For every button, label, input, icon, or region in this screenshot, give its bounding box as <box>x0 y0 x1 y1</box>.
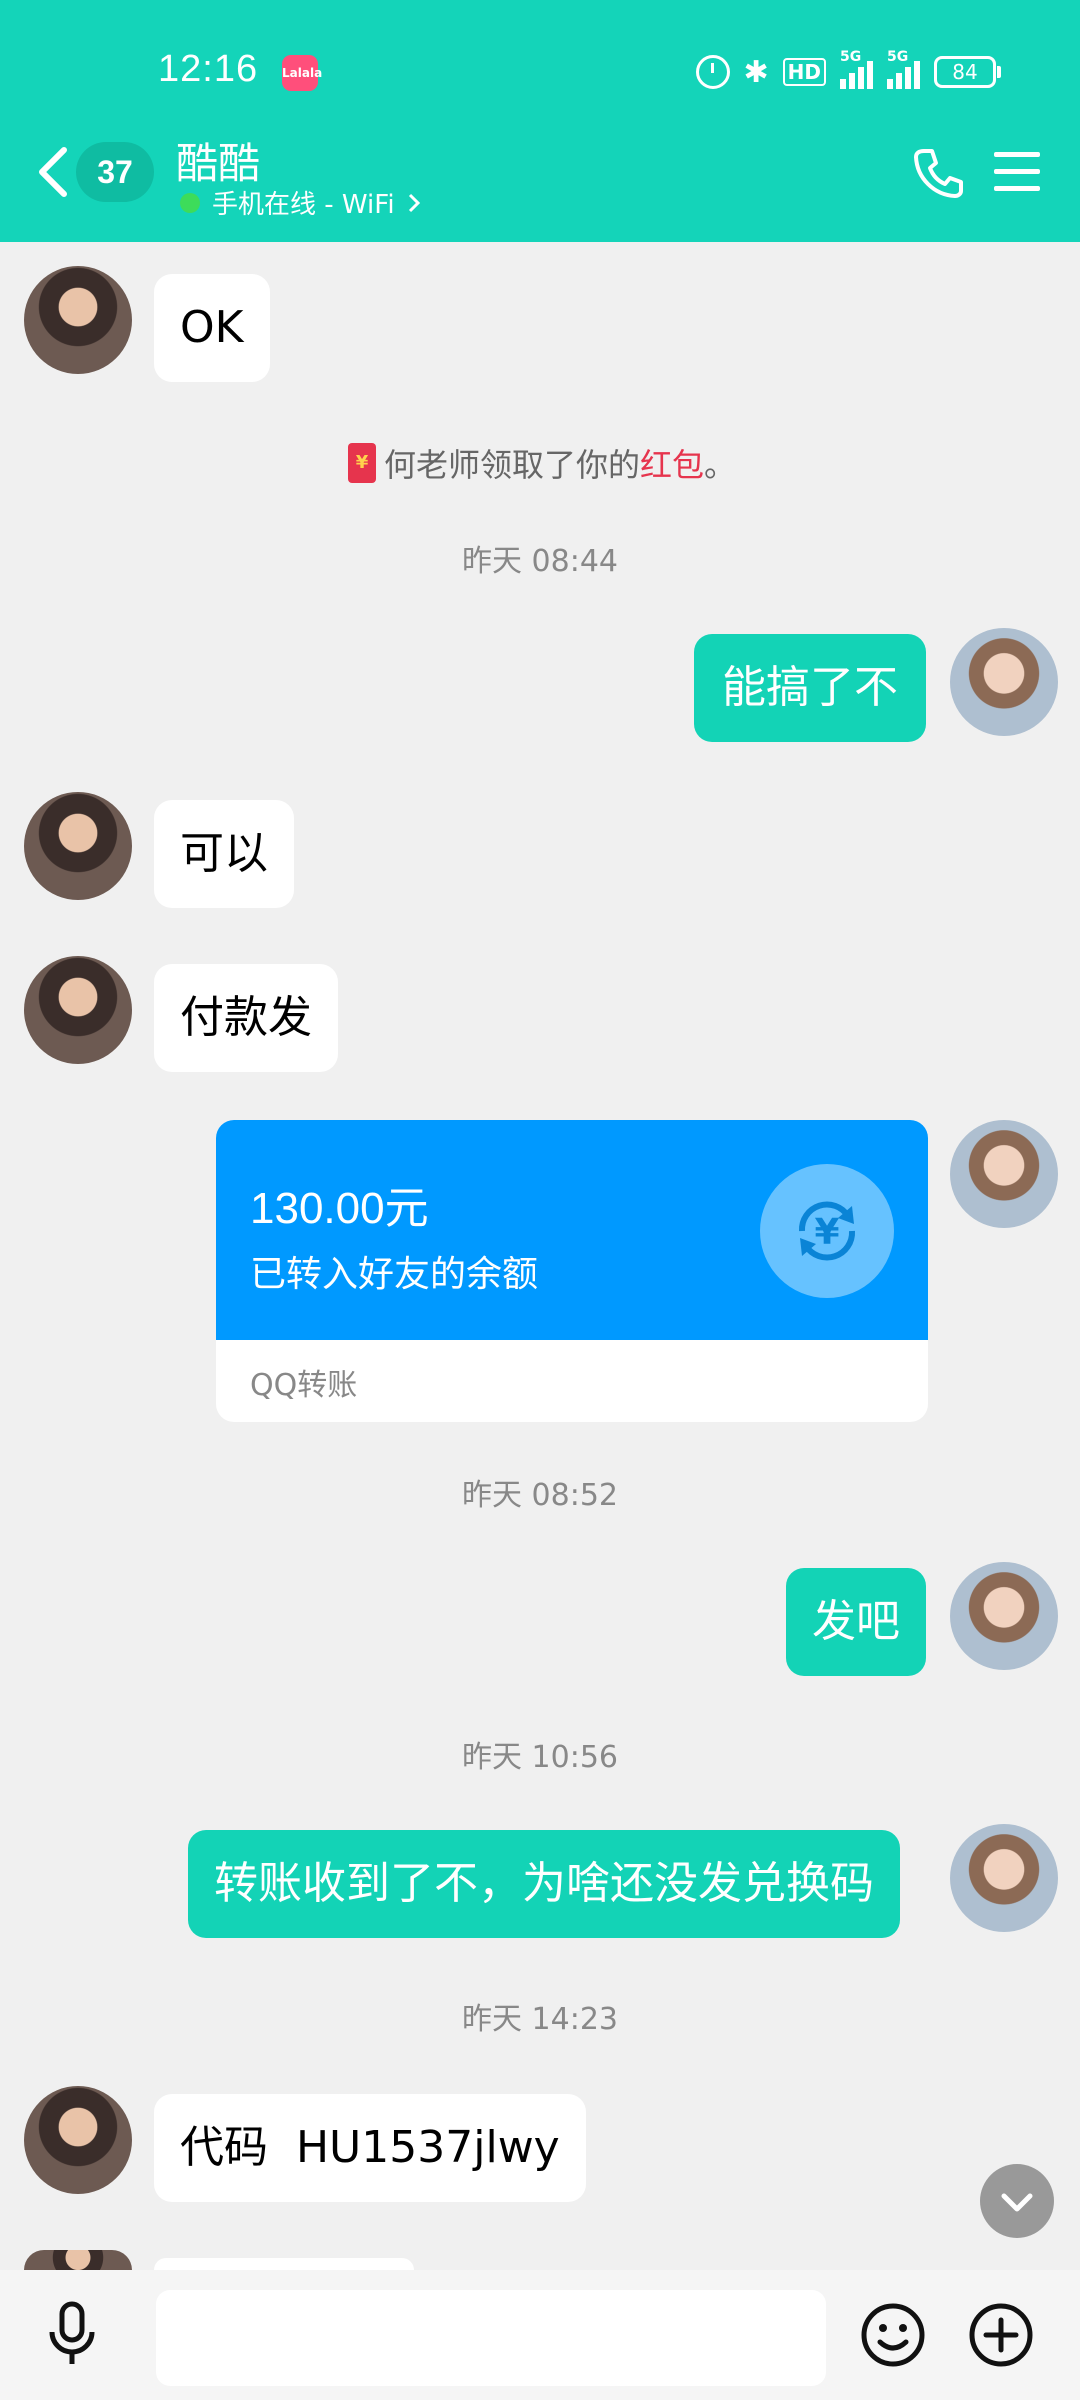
message-bubble[interactable]: 转账收到了不，为啥还没发兑换码 <box>188 1830 900 1938</box>
transfer-yuan-icon: ¥ <box>760 1164 894 1298</box>
contact-avatar[interactable] <box>24 792 132 900</box>
my-avatar[interactable] <box>950 628 1058 736</box>
back-arrow-icon[interactable] <box>30 142 80 202</box>
red-packet-icon: ¥ <box>348 443 376 483</box>
chat-title[interactable]: 酷酷 <box>176 130 260 191</box>
online-status-text: 手机在线 - WiFi <box>212 190 395 220</box>
timestamp: 昨天 08:52 <box>462 1478 618 1513</box>
message-bubble[interactable]: 可以 <box>154 800 294 908</box>
timestamp: 昨天 14:23 <box>462 2002 618 2037</box>
contact-avatar <box>24 2250 132 2270</box>
contact-avatar[interactable] <box>24 2086 132 2194</box>
chat-header: 12:16 Lalala ✱ HD 5G 5G 84 37 酷酷 手机在线 - … <box>0 0 1080 242</box>
menu-icon[interactable] <box>994 152 1040 192</box>
my-avatar[interactable] <box>950 1824 1058 1932</box>
contact-avatar[interactable] <box>24 266 132 374</box>
system-notice-end: 。 <box>704 446 737 484</box>
chevron-down-icon <box>1001 2193 1033 2212</box>
timestamp: 昨天 10:56 <box>462 1740 618 1775</box>
message-bubble[interactable]: 能搞了不 <box>694 634 926 742</box>
my-avatar[interactable] <box>950 1562 1058 1670</box>
emoji-icon[interactable] <box>858 2300 928 2370</box>
system-notice-text: 何老师领取了你的 <box>384 446 641 484</box>
message-bubble-partial <box>154 2258 414 2270</box>
status-time: 12:16 <box>158 48 259 90</box>
add-more-icon[interactable] <box>966 2300 1036 2370</box>
message-bubble[interactable]: OK <box>154 274 270 382</box>
status-icons: ✱ HD 5G 5G 84 <box>695 49 1001 92</box>
app-notification-icon: Lalala <box>282 55 322 91</box>
online-status[interactable]: 手机在线 - WiFi <box>180 184 421 221</box>
alarm-icon <box>695 55 730 89</box>
transfer-status: 已转入好友的余额 <box>250 1254 539 1295</box>
scroll-to-bottom-button[interactable] <box>980 2164 1054 2238</box>
signal-icon: 5G <box>840 49 873 89</box>
timestamp: 昨天 08:44 <box>462 544 618 579</box>
message-bubble[interactable]: 代码 HU1537jlwy <box>154 2094 586 2202</box>
system-notice: ¥ 何老师领取了你的 红包。 <box>348 440 736 486</box>
red-packet-link[interactable]: 红包 <box>640 440 704 486</box>
chevron-right-icon <box>408 193 420 212</box>
online-dot-icon <box>180 192 200 213</box>
status-bar: 12:16 Lalala ✱ HD 5G 5G 84 <box>0 0 1080 140</box>
svg-text:¥: ¥ <box>814 1212 839 1253</box>
phone-call-icon[interactable] <box>910 145 966 201</box>
network-type-2: 5G <box>887 49 909 65</box>
transfer-card[interactable]: 130.00元 已转入好友的余额 ¥ QQ转账 <box>216 1120 928 1422</box>
contact-avatar[interactable] <box>24 956 132 1064</box>
hd-voice-icon: HD <box>782 58 826 86</box>
message-input[interactable] <box>156 2290 826 2386</box>
bluetooth-icon: ✱ <box>743 54 769 90</box>
transfer-label: QQ转账 <box>250 1368 358 1403</box>
network-type: 5G <box>840 49 862 65</box>
microphone-icon[interactable] <box>40 2300 104 2370</box>
message-bubble[interactable]: 发吧 <box>786 1568 926 1676</box>
transfer-amount: 130.00元 <box>250 1184 429 1233</box>
battery-icon: 84 <box>934 56 1001 88</box>
signal-icon-2: 5G <box>887 49 920 89</box>
unread-count-badge[interactable]: 37 <box>76 142 154 202</box>
transfer-card-top: 130.00元 已转入好友的余额 ¥ <box>216 1120 928 1340</box>
message-bubble[interactable]: 付款发 <box>154 964 338 1072</box>
my-avatar[interactable] <box>950 1120 1058 1228</box>
